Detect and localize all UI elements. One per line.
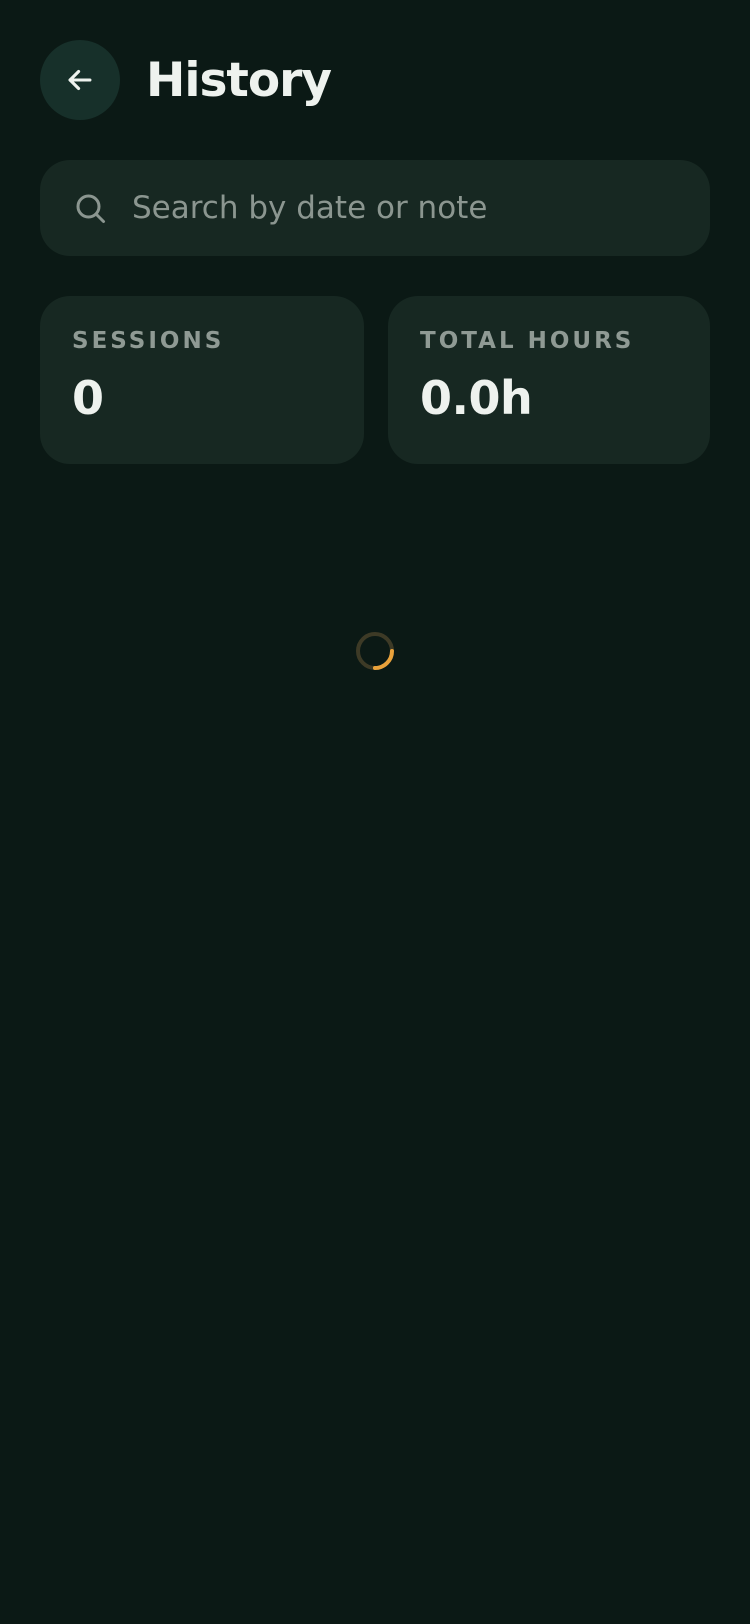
page-title: History [146, 52, 332, 108]
stat-value-total-hours: 0.0h [420, 371, 533, 425]
search-input[interactable] [132, 178, 710, 238]
stat-card-sessions: SESSIONS 0 [40, 296, 364, 464]
arrow-left-icon [68, 69, 92, 91]
stat-card-total-hours: TOTAL HOURS 0.0h [388, 296, 710, 464]
stat-value-sessions: 0 [72, 371, 104, 425]
stat-label-sessions: SESSIONS [72, 328, 225, 354]
back-button[interactable] [40, 40, 120, 120]
header: History [40, 40, 332, 120]
search-bar[interactable] [40, 160, 710, 256]
search-icon [72, 190, 108, 226]
stat-label-total-hours: TOTAL HOURS [420, 328, 635, 354]
loading-spinner [355, 631, 395, 671]
